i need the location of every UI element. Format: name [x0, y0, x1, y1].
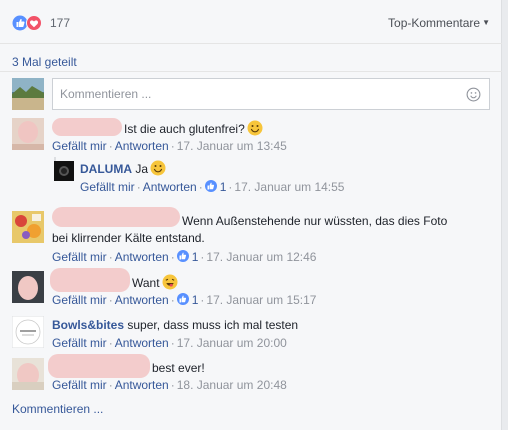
comment-actions: Gefällt mir · Antworten · 1 · 17. Januar um 15… — [52, 292, 316, 308]
comments-panel: 177 Top-Kommentare▼ 3 Mal geteilt Ist di… — [0, 0, 502, 430]
comment-timestamp[interactable]: 17. Januar um 20:00 — [177, 336, 287, 350]
separator-dot: · — [198, 180, 203, 194]
comment-timestamp[interactable]: 17. Januar um 14:55 — [234, 180, 344, 194]
comment-timestamp[interactable]: 18. Januar um 20:48 — [177, 378, 287, 392]
shares-link[interactable]: 3 Mal geteilt — [12, 55, 77, 69]
sort-dropdown[interactable]: Top-Kommentare ▼ — [388, 16, 490, 30]
smiley-emoji-icon — [150, 160, 166, 176]
comment-body: Bowls&bites super, dass muss ich mal tes… — [52, 317, 298, 333]
reply-link[interactable]: Antworten — [115, 250, 169, 264]
daluma-avatar[interactable] — [54, 161, 74, 181]
author-name[interactable]: Bowls&bites — [52, 318, 124, 332]
reaction-icons[interactable] — [12, 15, 48, 31]
like-link[interactable]: Gefällt mir — [80, 180, 135, 194]
thumbs-up-icon — [176, 250, 189, 262]
like-count[interactable]: 1 — [220, 180, 227, 194]
thumbs-up-icon — [176, 293, 189, 305]
comment-text: Ja — [135, 162, 149, 176]
like-link[interactable]: Gefällt mir — [52, 378, 107, 392]
separator-dot: · — [170, 378, 175, 392]
author-name[interactable]: DALUMA — [80, 162, 132, 176]
comment-actions: Gefällt mir · Antworten · 18. Januar um 20:4… — [52, 377, 287, 393]
comment-body: best ever! — [152, 361, 205, 375]
thumbs-up-icon — [204, 180, 217, 192]
comment-actions: Gefällt mir · Antworten · 1 · 17. Januar um 14… — [80, 179, 344, 195]
comment-input[interactable] — [53, 79, 453, 109]
reply-link[interactable]: Antworten — [115, 139, 169, 153]
redacted-author-name[interactable] — [48, 354, 150, 378]
divider — [0, 71, 502, 72]
commenter-avatar[interactable] — [12, 358, 44, 390]
caret-down-icon: ▼ — [482, 18, 490, 27]
bowls-and-bites-avatar[interactable] — [12, 316, 44, 348]
reply-body: DALUMA Ja — [80, 160, 166, 177]
like-link[interactable]: Gefällt mir — [52, 250, 107, 264]
comment-timestamp[interactable]: 17. Januar um 13:45 — [177, 139, 287, 153]
separator-dot: · — [136, 180, 141, 194]
current-user-avatar — [12, 78, 44, 110]
separator-dot: · — [228, 180, 233, 194]
separator-dot: · — [170, 293, 175, 307]
like-count[interactable]: 1 — [192, 293, 199, 307]
scrollbar-track[interactable] — [502, 0, 508, 430]
like-link[interactable]: Gefällt mir — [52, 336, 107, 350]
like-link[interactable]: Gefällt mir — [52, 293, 107, 307]
comment-text: Ist die auch glutenfrei? — [124, 122, 245, 136]
comment-timestamp[interactable]: 17. Januar um 12:46 — [206, 250, 316, 264]
separator-dot: · — [200, 250, 205, 264]
separator-dot: · — [108, 139, 113, 153]
redacted-author-name[interactable] — [50, 268, 130, 292]
comment-actions: Gefällt mir · Antworten · 17. Januar um 13:4… — [52, 138, 287, 154]
smiley-emoji-icon — [247, 120, 263, 136]
separator-dot: · — [170, 139, 175, 153]
comment-actions: Gefällt mir · Antworten · 17. Januar um 20:0… — [52, 335, 287, 351]
like-count[interactable]: 1 — [192, 250, 199, 264]
commenter-avatar[interactable] — [12, 211, 44, 243]
like-link[interactable]: Gefällt mir — [52, 139, 107, 153]
commenter-avatar[interactable] — [12, 118, 44, 150]
reaction-count[interactable]: 177 — [50, 16, 70, 30]
separator-dot: · — [170, 250, 175, 264]
comment-timestamp[interactable]: 17. Januar um 15:17 — [206, 293, 316, 307]
separator-dot: · — [200, 293, 205, 307]
separator-dot: · — [108, 378, 113, 392]
add-comment-link[interactable]: Kommentieren ... — [12, 402, 103, 416]
comment-body: Wenn Außenstehende nur wüssten, das dies… — [182, 214, 448, 228]
comment-body-continued: bei klirrender Kälte entstand. — [52, 231, 205, 245]
reply-link[interactable]: Antworten — [115, 293, 169, 307]
reactions-bar: 177 Top-Kommentare ▼ — [0, 0, 502, 44]
comment-text: super, dass muss ich mal testen — [127, 318, 299, 332]
comment-actions: Gefällt mir · Antworten · 1 · 17. Januar um 12… — [52, 249, 316, 265]
separator-dot: · — [170, 336, 175, 350]
redacted-author-name[interactable] — [52, 207, 180, 227]
comment-body: Ist die auch glutenfrei? — [124, 120, 263, 137]
comment-compose-box[interactable] — [52, 78, 490, 110]
separator-dot: · — [108, 250, 113, 264]
redacted-author-name[interactable] — [52, 118, 122, 136]
reply-link[interactable]: Antworten — [115, 336, 169, 350]
commenter-avatar[interactable] — [12, 271, 44, 303]
emoji-picker-icon[interactable] — [466, 87, 481, 102]
reply-link[interactable]: Antworten — [143, 180, 197, 194]
sort-label: Top-Kommentare — [388, 16, 481, 30]
reply-link[interactable]: Antworten — [115, 378, 169, 392]
winking-tongue-emoji-icon — [162, 274, 178, 290]
separator-dot: · — [108, 336, 113, 350]
comment-text: Want — [132, 276, 160, 290]
comment-body: Want — [132, 274, 178, 291]
separator-dot: · — [108, 293, 113, 307]
